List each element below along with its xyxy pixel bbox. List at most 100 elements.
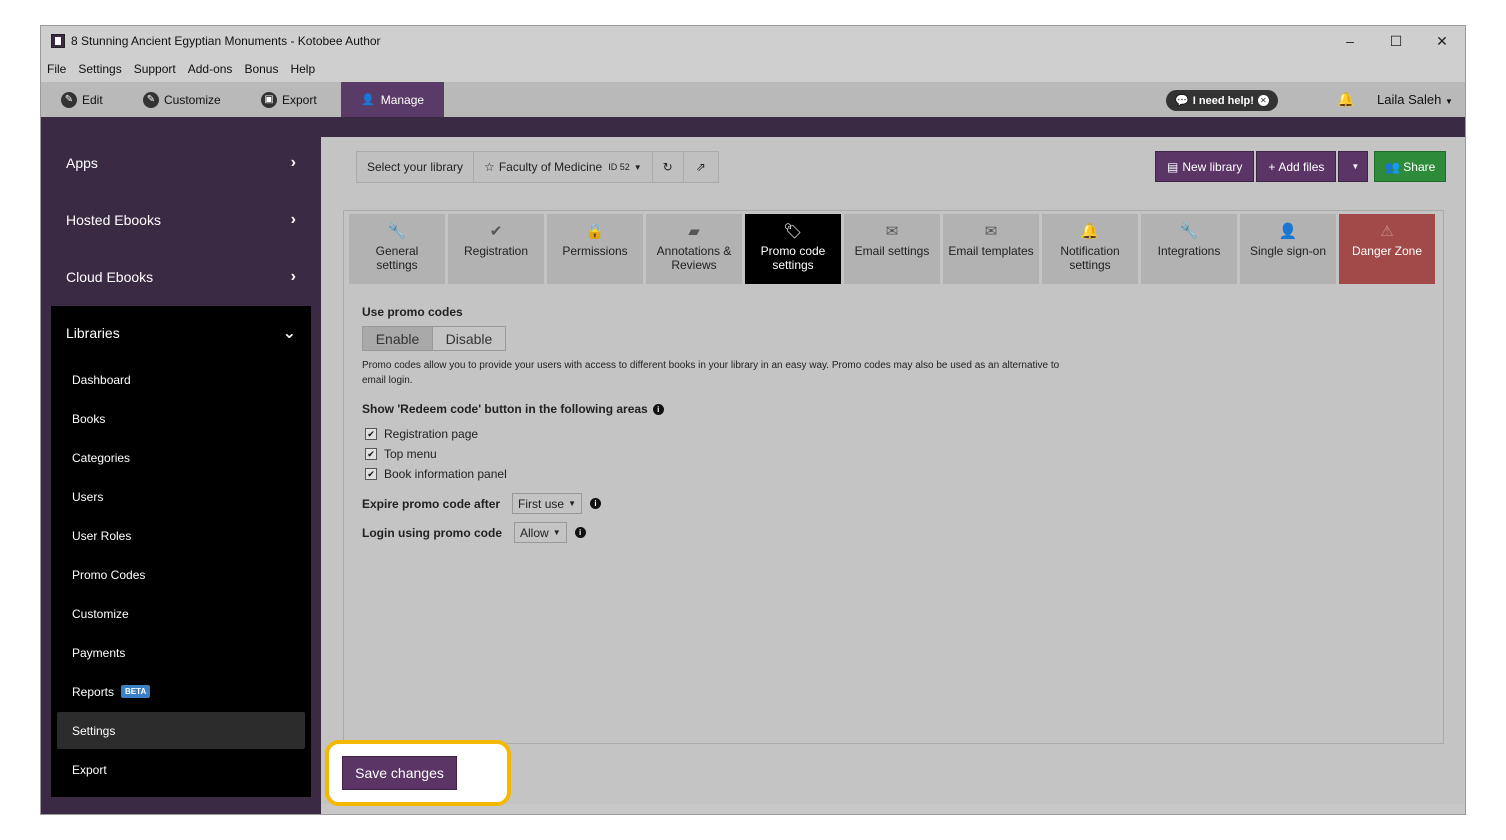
menu-addons[interactable]: Add-ons: [188, 62, 233, 76]
sidebar-subitem-payments[interactable]: Payments: [57, 634, 305, 671]
sidebar-subitem-export[interactable]: Export: [57, 751, 305, 788]
checkbox-book-info-panel[interactable]: ✔ Book information panel: [362, 464, 1262, 484]
tab-label: Promo code settings: [760, 244, 826, 272]
sidebar-subitem-dashboard[interactable]: Dashboard: [57, 361, 305, 398]
tab-edit[interactable]: ✎ Edit: [61, 82, 103, 117]
menu-file[interactable]: File: [47, 62, 66, 76]
help-button[interactable]: 💬 I need help! ✕: [1166, 90, 1278, 111]
user-plus-icon: 👥: [1385, 159, 1401, 174]
checkbox-checked-icon[interactable]: ✔: [365, 428, 377, 440]
caret-down-icon: ▼: [1444, 97, 1453, 106]
chevron-right-icon: ›: [290, 154, 296, 171]
login-value: Allow: [520, 525, 549, 540]
sidebar-subitem-user-roles[interactable]: User Roles: [57, 517, 305, 554]
app-logo-icon: [51, 34, 65, 48]
warning-icon: ⚠: [1380, 223, 1394, 240]
tab-label: General settings: [375, 244, 419, 272]
tab-label: Integrations: [1157, 244, 1221, 258]
login-select[interactable]: Allow ▼: [514, 522, 567, 543]
add-files-dropdown[interactable]: ▼: [1338, 151, 1369, 182]
use-promo-codes-label: Use promo codes: [362, 305, 463, 319]
share-button[interactable]: 👥 Share: [1374, 151, 1447, 182]
sidebar-item-apps[interactable]: Apps ›: [51, 138, 311, 188]
tab-label: Annotations & Reviews: [656, 244, 732, 272]
tab-registration[interactable]: ✔ Registration: [448, 214, 544, 284]
disable-button[interactable]: Disable: [433, 327, 505, 350]
tab-promo-code-settings[interactable]: 🏷 Promo code settings: [745, 214, 841, 284]
expire-label: Expire promo code after: [362, 496, 501, 511]
library-dropdown[interactable]: ☆ Faculty of Medicine ID 52 ▼: [474, 152, 653, 182]
menu-help[interactable]: Help: [290, 62, 315, 76]
save-changes-button[interactable]: Save changes: [342, 756, 457, 790]
main-tab-bar: ✎ Edit ✎ Customize ▣ Export 👤 Manage 💬 I…: [41, 82, 1465, 117]
sidebar-item-label: Hosted Ebooks: [66, 212, 161, 228]
tab-label: Permissions: [562, 244, 628, 258]
minimize-button[interactable]: –: [1327, 26, 1373, 56]
redeem-areas-label: Show 'Redeem code' button in the followi…: [362, 402, 1262, 416]
promo-description: Promo codes allow you to provide your us…: [362, 360, 1060, 386]
checkbox-checked-icon[interactable]: ✔: [365, 448, 377, 460]
tab-single-sign-on[interactable]: 👤 Single sign-on: [1240, 214, 1336, 284]
new-library-button[interactable]: ▤ New library: [1155, 151, 1255, 182]
tab-label: Email settings: [854, 244, 930, 258]
login-label: Login using promo code: [362, 525, 502, 540]
sidebar-subitem-reports[interactable]: Reports BETA: [57, 673, 305, 710]
check-icon: ✔: [489, 223, 503, 240]
tab-danger-zone[interactable]: ⚠ Danger Zone: [1339, 214, 1435, 284]
tab-notification-settings[interactable]: 🔔 Notification settings: [1042, 214, 1138, 284]
chevron-down-icon: ⌄: [282, 325, 296, 342]
checkbox-checked-icon[interactable]: ✔: [365, 468, 377, 480]
library-id: ID 52: [608, 162, 630, 172]
tab-annotations-reviews[interactable]: ▰ Annotations & Reviews: [646, 214, 742, 284]
menu-settings[interactable]: Settings: [78, 62, 121, 76]
new-library-label: New library: [1182, 159, 1243, 174]
beta-badge: BETA: [121, 685, 151, 698]
sidebar-subitem-settings[interactable]: Settings: [57, 712, 305, 749]
tab-integrations[interactable]: 🔧 Integrations: [1141, 214, 1237, 284]
sidebar-item-cloud-ebooks[interactable]: Cloud Ebooks ›: [51, 252, 311, 302]
tab-manage[interactable]: 👤 Manage: [341, 82, 445, 117]
lock-icon: 🔒: [585, 223, 605, 240]
sidebar-subitem-promo-codes[interactable]: Promo Codes: [57, 556, 305, 593]
tab-customize[interactable]: ✎ Customize: [143, 82, 221, 117]
open-external-button[interactable]: ⇗: [684, 152, 718, 182]
tab-email-templates[interactable]: ✉ Email templates: [943, 214, 1039, 284]
close-circle-icon[interactable]: ✕: [1257, 95, 1269, 106]
checkbox-top-menu[interactable]: ✔ Top menu: [362, 444, 1262, 464]
tab-label: Registration: [463, 244, 529, 258]
star-icon: ☆: [484, 160, 495, 174]
menu-bar: File Settings Support Add-ons Bonus Help: [41, 56, 1465, 82]
refresh-icon: ↻: [662, 160, 673, 174]
close-button[interactable]: ✕: [1419, 26, 1465, 56]
envelope-icon: ✉: [984, 223, 998, 240]
wrench-icon: 🔧: [387, 223, 407, 240]
caret-down-icon: ▼: [552, 528, 561, 537]
expire-select[interactable]: First use ▼: [512, 493, 582, 514]
menu-bonus[interactable]: Bonus: [244, 62, 278, 76]
checkbox-label: Registration page: [384, 427, 479, 441]
enable-button[interactable]: Enable: [363, 327, 433, 350]
tab-email-settings[interactable]: ✉ Email settings: [844, 214, 940, 284]
sidebar-subitem-customize[interactable]: Customize: [57, 595, 305, 632]
sidebar-subitem-books[interactable]: Books: [57, 400, 305, 437]
sidebar-item-hosted-ebooks[interactable]: Hosted Ebooks ›: [51, 195, 311, 245]
refresh-button[interactable]: ↻: [653, 152, 684, 182]
tab-permissions[interactable]: 🔒 Permissions: [547, 214, 643, 284]
select-library-label: Select your library: [357, 152, 475, 182]
info-icon[interactable]: i: [589, 498, 601, 509]
user-menu[interactable]: Laila Saleh ▼: [1377, 92, 1453, 107]
info-icon[interactable]: i: [652, 404, 664, 416]
sidebar-subitem-users[interactable]: Users: [57, 478, 305, 515]
info-icon[interactable]: i: [574, 527, 586, 538]
maximize-button[interactable]: ☐: [1373, 26, 1419, 56]
sidebar-subitem-categories[interactable]: Categories: [57, 439, 305, 476]
tab-label: Single sign-on: [1249, 244, 1327, 258]
tab-general-settings[interactable]: 🔧 General settings: [349, 214, 445, 284]
bell-icon[interactable]: 🔔: [1337, 91, 1354, 108]
checkbox-registration-page[interactable]: ✔ Registration page: [362, 424, 1262, 444]
add-files-button[interactable]: + Add files: [1256, 151, 1337, 182]
tab-export[interactable]: ▣ Export: [261, 82, 317, 117]
wrench-icon: ✎: [143, 91, 159, 108]
menu-support[interactable]: Support: [134, 62, 176, 76]
sidebar-item-libraries[interactable]: Libraries ⌄: [51, 306, 311, 360]
